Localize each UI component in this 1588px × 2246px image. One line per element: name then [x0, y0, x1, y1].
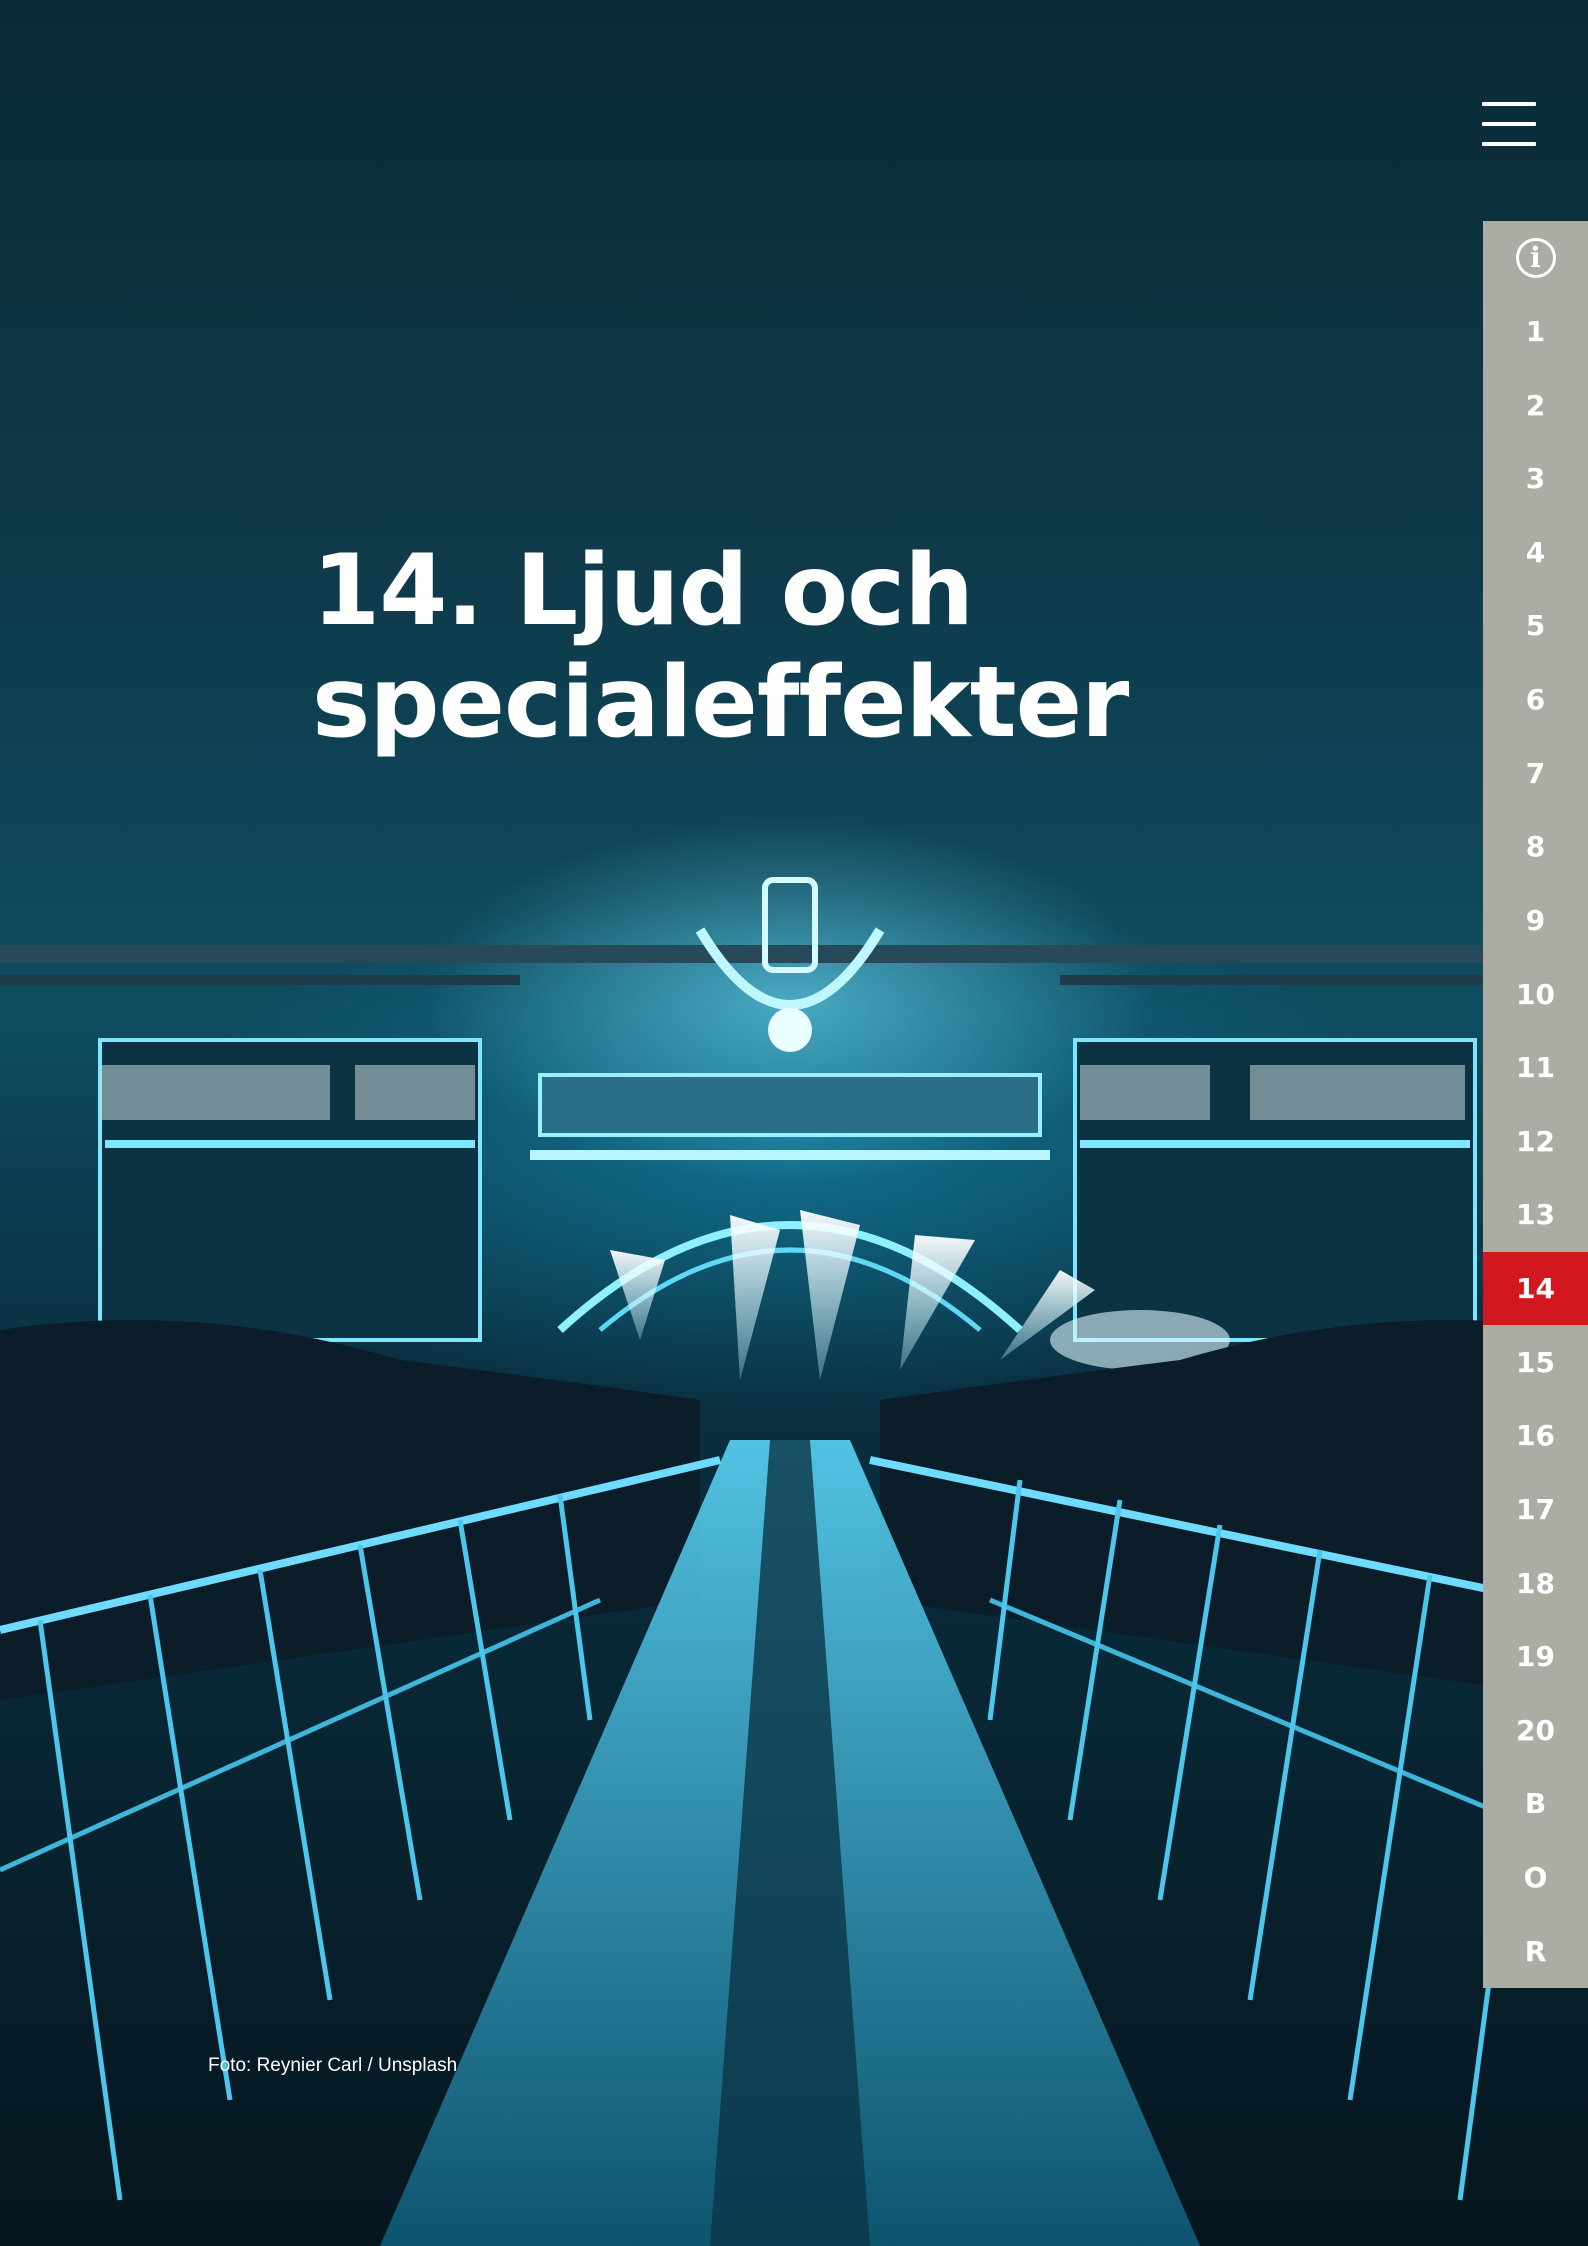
nav-item-3[interactable]: 3 [1483, 442, 1588, 516]
nav-item-5[interactable]: 5 [1483, 589, 1588, 663]
nav-item-b[interactable]: B [1483, 1767, 1588, 1841]
nav-item-15[interactable]: 15 [1483, 1325, 1588, 1399]
nav-item-o[interactable]: O [1483, 1841, 1588, 1915]
nav-item-17[interactable]: 17 [1483, 1473, 1588, 1547]
stage-illustration [0, 877, 1588, 2246]
hero-background-photo [0, 0, 1588, 2246]
nav-item-20[interactable]: 20 [1483, 1694, 1588, 1768]
hamburger-menu-icon[interactable] [1482, 100, 1538, 148]
nav-item-info[interactable]: i [1483, 221, 1588, 295]
nav-item-8[interactable]: 8 [1483, 810, 1588, 884]
info-icon: i [1515, 237, 1556, 278]
nav-item-2[interactable]: 2 [1483, 368, 1588, 442]
nav-item-9[interactable]: 9 [1483, 884, 1588, 958]
nav-item-6[interactable]: 6 [1483, 663, 1588, 737]
nav-item-7[interactable]: 7 [1483, 736, 1588, 810]
photo-credit: Foto: Reynier Carl / Unsplash [208, 2055, 458, 2076]
nav-item-18[interactable]: 18 [1483, 1546, 1588, 1620]
nav-item-16[interactable]: 16 [1483, 1399, 1588, 1473]
chapter-nav: i 1 2 3 4 5 6 7 8 9 10 11 12 13 14 15 16… [1483, 221, 1588, 1988]
page-title-line-2: specialeffekter [312, 646, 1129, 760]
nav-item-19[interactable]: 19 [1483, 1620, 1588, 1694]
page-title: 14. Ljud och specialeffekter [312, 534, 1129, 759]
nav-item-r[interactable]: R [1483, 1914, 1588, 1988]
nav-item-12[interactable]: 12 [1483, 1105, 1588, 1179]
nav-item-11[interactable]: 11 [1483, 1031, 1588, 1105]
nav-item-13[interactable]: 13 [1483, 1178, 1588, 1252]
nav-item-1[interactable]: 1 [1483, 295, 1588, 369]
page-title-line-1: 14. Ljud och [312, 534, 974, 648]
nav-item-14[interactable]: 14 [1483, 1251, 1588, 1326]
nav-item-10[interactable]: 10 [1483, 957, 1588, 1031]
nav-item-4[interactable]: 4 [1483, 516, 1588, 590]
